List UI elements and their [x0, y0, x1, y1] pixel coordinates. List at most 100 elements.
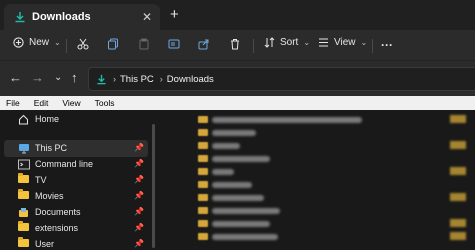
cut-icon[interactable] [77, 38, 89, 50]
divider [372, 39, 373, 53]
sidebar-item-label: TV [35, 175, 47, 185]
folder-icon [198, 194, 208, 201]
documents-icon [19, 208, 28, 217]
sort-icon [264, 37, 275, 48]
tab-title: Downloads [32, 11, 91, 23]
home-icon [19, 114, 28, 125]
sidebar-item-documents[interactable]: Documents 📌 [4, 204, 148, 221]
command-bar: New ⌄ Sort ⌄ View ⌄ ··· [0, 30, 475, 60]
folder-icon [18, 221, 29, 231]
breadcrumb-downloads[interactable]: Downloads [167, 74, 214, 85]
forward-arrow-icon[interactable]: → [31, 70, 44, 85]
pin-icon[interactable]: 📌 [134, 143, 144, 152]
pin-icon[interactable]: 📌 [134, 159, 144, 168]
pin-icon[interactable]: 📌 [134, 223, 144, 232]
plus-icon[interactable]: + [170, 6, 179, 23]
chevron-down-icon: ⌄ [54, 38, 61, 47]
sidebar-item-home[interactable]: Home [4, 111, 148, 128]
folder-icon [18, 173, 29, 183]
view-button[interactable]: View ⌄ [318, 37, 367, 48]
sidebar-item-user[interactable]: User 📌 [4, 236, 148, 250]
folder-icon [450, 219, 466, 227]
title-bar: Downloads ✕ + [0, 0, 475, 30]
menu-file[interactable]: File [6, 98, 20, 108]
list-item[interactable] [198, 115, 362, 124]
more-options-icon[interactable]: ··· [381, 38, 393, 52]
terminal-icon [18, 159, 30, 170]
new-label: New [29, 37, 50, 48]
pin-icon[interactable]: 📌 [134, 175, 144, 184]
folder-icon [198, 116, 208, 123]
folder-icon [450, 232, 466, 240]
sort-button[interactable]: Sort ⌄ [264, 37, 310, 48]
sidebar-item-label: Home [35, 114, 60, 124]
sidebar-item-label: This PC [35, 143, 68, 153]
breadcrumb-chevron-icon[interactable]: › [160, 74, 163, 84]
back-arrow-icon[interactable]: ← [9, 70, 22, 85]
folder-icon [198, 220, 208, 227]
download-icon [15, 12, 25, 23]
chevron-down-icon: ⌄ [303, 38, 311, 47]
sidebar-item-tv[interactable]: TV 📌 [4, 172, 148, 189]
copy-icon[interactable] [107, 38, 119, 50]
navigation-scrollbar[interactable] [152, 124, 155, 248]
sidebar-item-label: Movies [35, 191, 64, 201]
folder-icon [198, 233, 208, 240]
share-icon[interactable] [198, 38, 210, 50]
list-item[interactable] [198, 128, 256, 137]
folder-icon [198, 142, 208, 149]
pin-icon[interactable]: 📌 [134, 191, 144, 200]
view-icon [319, 38, 328, 47]
delete-icon[interactable] [229, 38, 241, 50]
list-item[interactable] [198, 206, 280, 215]
sidebar-item-label: User [35, 239, 55, 249]
list-item[interactable] [198, 141, 240, 150]
list-item[interactable] [198, 167, 234, 176]
list-item[interactable] [198, 232, 278, 241]
sidebar-item-label: Command line [35, 159, 94, 169]
folder-icon [18, 237, 29, 247]
folder-icon [198, 129, 208, 136]
divider [66, 39, 67, 53]
file-explorer-window: Downloads ✕ + New ⌄ Sort ⌄ View ⌄ ··· ← … [0, 0, 475, 250]
folder-icon [198, 168, 208, 175]
divider [253, 39, 254, 53]
folder-icon [450, 193, 466, 201]
new-button[interactable]: New ⌄ [13, 37, 61, 48]
add-circle-icon [13, 37, 24, 48]
rename-icon[interactable] [168, 38, 180, 50]
up-arrow-icon[interactable]: ↑ [71, 70, 78, 85]
list-item[interactable] [198, 154, 270, 163]
sidebar-item-movies[interactable]: Movies 📌 [4, 188, 148, 205]
sidebar-item-extensions[interactable]: extensions 📌 [4, 220, 148, 237]
breadcrumb-this-pc[interactable]: This PC [120, 74, 154, 85]
monitor-icon [19, 144, 29, 154]
view-label: View [334, 37, 356, 48]
list-item[interactable] [198, 219, 270, 228]
menu-bar: File Edit View Tools [0, 96, 475, 110]
address-bar[interactable]: › This PC › Downloads [88, 67, 475, 91]
sidebar-item-this-pc[interactable]: This PC 📌 [4, 140, 148, 157]
sort-label: Sort [280, 37, 299, 48]
content-area: Home This PC 📌 Command line 📌 TV 📌 Movie… [0, 110, 475, 250]
menu-tools[interactable]: Tools [95, 98, 115, 108]
breadcrumb-chevron-icon[interactable]: › [113, 74, 116, 84]
close-icon[interactable]: ✕ [142, 10, 152, 24]
tab-downloads[interactable]: Downloads ✕ [4, 4, 160, 30]
sidebar-item-label: Documents [35, 207, 81, 217]
pin-icon[interactable]: 📌 [134, 207, 144, 216]
address-row: ← → ⌄ ↑ › This PC › Downloads [0, 60, 475, 96]
paste-icon[interactable] [138, 38, 150, 50]
list-item[interactable] [198, 180, 252, 189]
recent-locations-chevron-icon[interactable]: ⌄ [54, 72, 62, 83]
folder-icon [450, 141, 466, 149]
sidebar-item-command-line[interactable]: Command line 📌 [4, 156, 148, 173]
chevron-down-icon: ⌄ [360, 38, 368, 47]
folder-icon [18, 189, 29, 199]
menu-edit[interactable]: Edit [34, 98, 49, 108]
menu-view[interactable]: View [62, 98, 80, 108]
folder-icon [198, 181, 208, 188]
pin-icon[interactable]: 📌 [134, 239, 144, 248]
folder-icon [450, 167, 466, 175]
list-item[interactable] [198, 193, 264, 202]
